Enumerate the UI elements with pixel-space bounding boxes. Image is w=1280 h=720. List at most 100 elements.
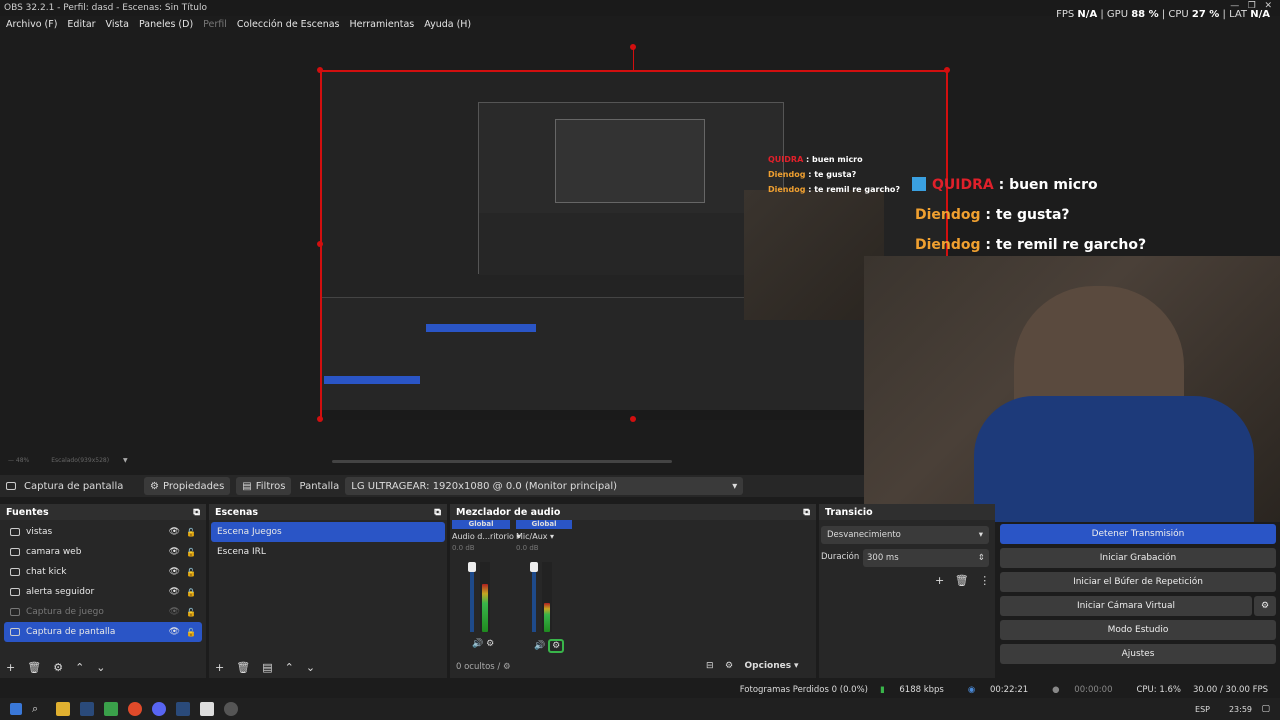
speaker-icon[interactable]: 🔊 bbox=[472, 639, 483, 649]
audio-mixer-dock: Mezclador de audio ⧉ Global Audio d...rit… bbox=[450, 504, 816, 678]
unlock-icon[interactable]: 🔓 bbox=[186, 628, 196, 637]
gear-icon[interactable]: ⚙ bbox=[725, 661, 733, 671]
handle-bl[interactable] bbox=[317, 416, 323, 422]
filter-icon[interactable]: ▤ bbox=[262, 661, 272, 674]
handle-ml[interactable] bbox=[317, 241, 323, 247]
zoom-level[interactable]: 48% bbox=[16, 457, 29, 464]
stop-stream-button[interactable]: Detener Transmisión bbox=[1000, 524, 1276, 544]
unlock-icon[interactable]: 🔓 bbox=[186, 528, 196, 537]
dropped-frames: Fotogramas Perdidos 0 (0.0%) bbox=[739, 685, 868, 695]
gear-icon[interactable]: ⚙ bbox=[53, 661, 63, 674]
chevron-up-icon[interactable]: ⌃ bbox=[75, 661, 84, 674]
unlock-icon[interactable]: 🔓 bbox=[186, 568, 196, 577]
zoom-dropdown-icon[interactable]: ▼ bbox=[123, 457, 128, 464]
filters-button[interactable]: ▤ Filtros bbox=[236, 477, 292, 495]
trash-icon[interactable]: 🗑 bbox=[27, 661, 41, 674]
windows-start-icon[interactable] bbox=[10, 703, 22, 715]
gamepad-icon bbox=[10, 608, 20, 616]
add-icon[interactable]: + bbox=[935, 574, 944, 587]
chevron-down-icon[interactable]: ⌄ bbox=[306, 661, 315, 674]
eye-icon[interactable]: 👁 bbox=[169, 627, 180, 637]
volume-slider-thumb[interactable] bbox=[468, 562, 476, 572]
menu-paneles[interactable]: Paneles (D) bbox=[139, 19, 193, 30]
steam-icon[interactable] bbox=[176, 702, 190, 716]
menu-herramientas[interactable]: Herramientas bbox=[350, 19, 415, 30]
channel-name[interactable]: Audio d...ritorio ▾ bbox=[452, 532, 521, 541]
source-item-captura-juego[interactable]: Captura de juego 👁 🔓 bbox=[4, 602, 202, 622]
terminal-icon[interactable] bbox=[200, 702, 214, 716]
settings-button[interactable]: Ajustes bbox=[1000, 644, 1276, 664]
transition-select[interactable]: Desvanecimiento ▾ bbox=[821, 526, 989, 544]
rotate-handle[interactable] bbox=[630, 44, 636, 50]
search-icon[interactable]: ⌕ bbox=[32, 702, 46, 716]
eye-icon[interactable]: 👁 bbox=[169, 527, 180, 537]
float-icon[interactable]: ⧉ bbox=[434, 507, 441, 518]
chrome-icon[interactable] bbox=[128, 702, 142, 716]
display-select[interactable]: LG ULTRAGEAR: 1920x1080 @ 0.0 (Monitor p… bbox=[345, 477, 744, 495]
scene-item-irl[interactable]: Escena IRL bbox=[211, 542, 445, 562]
source-item-camara[interactable]: camara web 👁 🔓 bbox=[4, 542, 202, 562]
menu-ayuda[interactable]: Ayuda (H) bbox=[424, 19, 471, 30]
horizontal-scrollbar[interactable] bbox=[332, 460, 672, 463]
options-button[interactable]: Opciones bbox=[745, 661, 792, 671]
discord-icon[interactable] bbox=[152, 702, 166, 716]
replay-buffer-button[interactable]: Iniciar el Búfer de Repetición bbox=[1000, 572, 1276, 592]
more-icon[interactable]: ⋮ bbox=[979, 574, 990, 587]
app-icon[interactable] bbox=[104, 702, 118, 716]
gear-icon: ⚙ bbox=[150, 480, 159, 492]
layout-icon[interactable]: ⊟ bbox=[706, 661, 714, 671]
source-item-captura-pantalla[interactable]: Captura de pantalla 👁 🔓 bbox=[4, 622, 202, 642]
eye-off-icon[interactable]: 👁 bbox=[169, 607, 180, 617]
record-icon: ● bbox=[1052, 685, 1060, 695]
handle-bm[interactable] bbox=[630, 416, 636, 422]
unlock-icon[interactable]: 🔓 bbox=[186, 548, 196, 557]
chevron-up-icon[interactable]: ⌃ bbox=[285, 661, 294, 674]
speaker-icon[interactable]: 🔊 bbox=[534, 641, 545, 651]
trash-icon[interactable]: 🗑 bbox=[236, 661, 250, 674]
vcam-gear-icon[interactable]: ⚙ bbox=[1254, 596, 1276, 616]
steam-icon[interactable] bbox=[80, 702, 94, 716]
source-item-alerta[interactable]: alerta seguidor 👁 🔒 bbox=[4, 582, 202, 602]
obs-icon[interactable] bbox=[224, 702, 238, 716]
add-icon[interactable]: + bbox=[215, 661, 224, 674]
menu-coleccion[interactable]: Colección de Escenas bbox=[237, 19, 340, 30]
start-recording-button[interactable]: Iniciar Grabación bbox=[1000, 548, 1276, 568]
handle-tr[interactable] bbox=[944, 67, 950, 73]
menu-vista[interactable]: Vista bbox=[106, 19, 129, 30]
source-item-chat[interactable]: chat kick 👁 🔓 bbox=[4, 562, 202, 582]
virtual-camera-button[interactable]: Iniciar Cámara Virtual bbox=[1000, 596, 1252, 616]
kick-icon bbox=[912, 177, 926, 191]
chevron-down-icon[interactable]: ⌄ bbox=[96, 661, 105, 674]
gear-icon[interactable]: ⚙ bbox=[503, 662, 511, 672]
add-icon[interactable]: + bbox=[6, 661, 15, 674]
eye-icon[interactable]: 👁 bbox=[169, 547, 180, 557]
eye-icon[interactable]: 👁 bbox=[169, 567, 180, 577]
volume-slider[interactable] bbox=[470, 562, 474, 632]
settings-highlight-icon[interactable]: ⚙ bbox=[548, 639, 565, 653]
channel-name[interactable]: Mic/Aux ▾ bbox=[516, 532, 572, 541]
scene-item-juegos[interactable]: Escena Juegos bbox=[211, 522, 445, 542]
studio-mode-button[interactable]: Modo Estudio bbox=[1000, 620, 1276, 640]
gear-icon[interactable]: ⚙ bbox=[486, 639, 494, 649]
float-icon[interactable]: ⧉ bbox=[803, 507, 810, 518]
source-item-vistas[interactable]: vistas 👁 🔓 bbox=[4, 522, 202, 542]
menu-archivo[interactable]: Archivo (F) bbox=[6, 19, 57, 30]
lang-indicator[interactable]: ESP bbox=[1195, 705, 1210, 714]
duration-input[interactable]: 300 ms ⇕ bbox=[863, 549, 989, 567]
trash-icon[interactable]: 🗑 bbox=[955, 574, 969, 587]
volume-slider[interactable] bbox=[532, 562, 536, 632]
lock-icon[interactable]: 🔒 bbox=[186, 588, 196, 597]
float-icon[interactable]: ⧉ bbox=[193, 507, 200, 518]
notification-icon[interactable]: ▢ bbox=[1261, 704, 1270, 714]
unlock-icon[interactable]: 🔓 bbox=[186, 608, 196, 617]
clock[interactable]: 23:59 bbox=[1229, 705, 1252, 714]
handle-tl[interactable] bbox=[317, 67, 323, 73]
volume-slider-thumb[interactable] bbox=[530, 562, 538, 572]
properties-button[interactable]: ⚙ Propiedades bbox=[144, 477, 231, 495]
menu-editar[interactable]: Editar bbox=[67, 19, 95, 30]
taskbar: ⌕ ESP 23:59 ▢ bbox=[0, 698, 1280, 720]
folder-icon[interactable] bbox=[56, 702, 70, 716]
chat-line: Diendog : te remil re garcho? bbox=[915, 230, 1146, 260]
menu-perfil[interactable]: Perfil bbox=[203, 19, 227, 30]
eye-icon[interactable]: 👁 bbox=[169, 587, 180, 597]
